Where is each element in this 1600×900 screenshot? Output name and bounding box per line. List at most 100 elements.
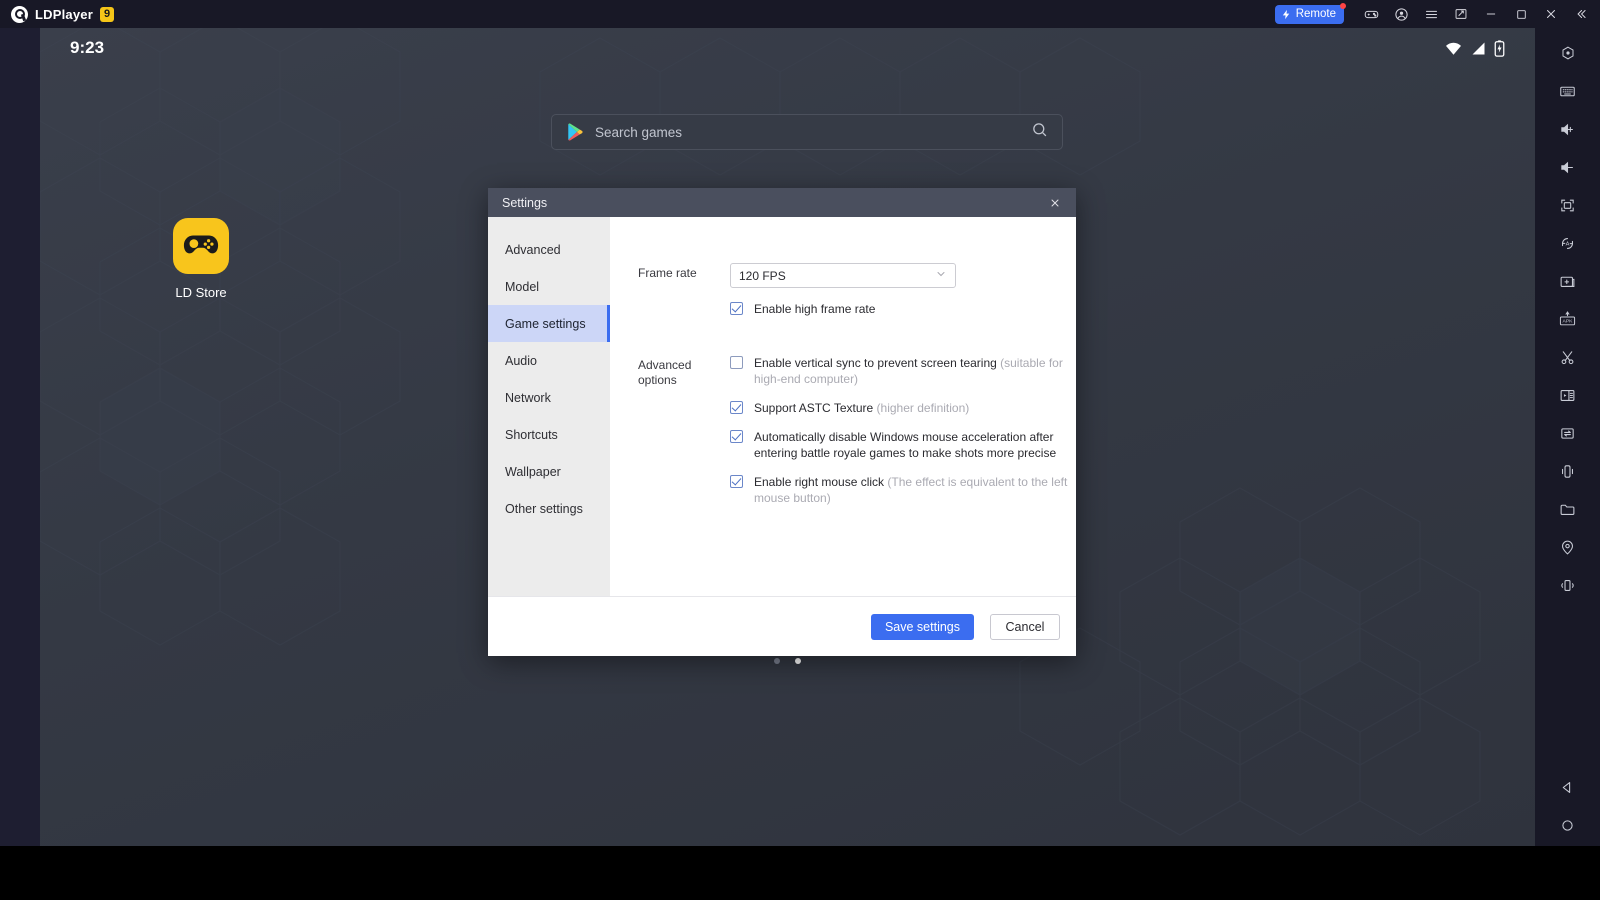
advanced-options-label: Advanced options	[638, 355, 730, 506]
advanced-options-row: Advanced options Enable vertical sync to…	[638, 355, 1076, 506]
save-settings-button[interactable]: Save settings	[871, 614, 974, 640]
wifi-icon	[1444, 41, 1463, 56]
vibrate-icon[interactable]	[1547, 566, 1589, 604]
status-icons	[1444, 40, 1505, 57]
nav-label: Shortcuts	[505, 428, 558, 442]
sidebar-item-shortcuts[interactable]: Shortcuts	[488, 416, 610, 453]
home-icon[interactable]	[1547, 806, 1589, 844]
account-circle-icon[interactable]	[1386, 0, 1416, 28]
vsync-text: Enable vertical sync to prevent screen t…	[754, 356, 997, 370]
gamepad-icon[interactable]	[1356, 0, 1386, 28]
settings-hexagon-icon[interactable]	[1547, 34, 1589, 72]
brand-name: LDPlayer	[35, 7, 93, 22]
frame-rate-select[interactable]: 120 FPS	[730, 263, 956, 288]
mouse-accel-row[interactable]: Automatically disable Windows mouse acce…	[730, 429, 1076, 461]
settings-panel-game-settings: Frame rate 120 FPS Enabl	[610, 217, 1076, 596]
frame-rate-label: Frame rate	[638, 263, 730, 317]
fullscreen-icon[interactable]	[1547, 186, 1589, 224]
cancel-button[interactable]: Cancel	[990, 614, 1060, 640]
right-click-checkbox[interactable]	[730, 475, 743, 488]
gamepad-glyph	[182, 231, 220, 261]
vsync-label: Enable vertical sync to prevent screen t…	[754, 355, 1074, 387]
left-strip	[0, 28, 40, 846]
brand: LDPlayer 9	[0, 6, 114, 23]
app-shortcut-ld-store[interactable]: LD Store	[146, 218, 256, 300]
status-clock: 9:23	[70, 38, 104, 58]
sidebar-item-other-settings[interactable]: Other settings	[488, 490, 610, 527]
gamepad-app-icon	[173, 218, 229, 274]
keyboard-icon[interactable]	[1547, 72, 1589, 110]
maximize-icon[interactable]	[1506, 0, 1536, 28]
astc-label: Support ASTC Texture (higher definition)	[754, 400, 969, 416]
vsync-checkbox[interactable]	[730, 356, 743, 369]
high-frame-rate-row[interactable]: Enable high frame rate	[730, 301, 1076, 317]
search-icon[interactable]	[1031, 121, 1048, 143]
nav-label: Advanced	[505, 243, 561, 257]
back-icon[interactable]	[1547, 768, 1589, 806]
remote-button[interactable]: Remote	[1275, 5, 1344, 24]
dialog-footer: Save settings Cancel	[488, 596, 1076, 656]
bottom-bar	[0, 846, 1600, 900]
nav-label: Game settings	[505, 317, 586, 331]
search-input[interactable]: Search games	[551, 114, 1063, 150]
sidebar-item-audio[interactable]: Audio	[488, 342, 610, 379]
nav-label: Network	[505, 391, 551, 405]
volume-down-icon[interactable]	[1547, 148, 1589, 186]
scissors-icon[interactable]	[1547, 338, 1589, 376]
titlebar-controls: Remote	[1275, 0, 1600, 28]
dialog-body: Advanced Model Game settings Audio Netwo…	[488, 217, 1076, 596]
folder-icon[interactable]	[1547, 490, 1589, 528]
bolt-icon	[1281, 9, 1292, 20]
nav-label: Audio	[505, 354, 537, 368]
nav-label: Other settings	[505, 502, 583, 516]
signal-icon	[1470, 41, 1487, 56]
astc-checkbox[interactable]	[730, 401, 743, 414]
multi-instance-icon[interactable]	[1547, 376, 1589, 414]
screenshot-icon[interactable]	[1547, 262, 1589, 300]
right-click-row[interactable]: Enable right mouse click (The effect is …	[730, 474, 1076, 506]
sidebar-item-game-settings[interactable]: Game settings	[488, 305, 610, 342]
synchronizer-icon[interactable]	[1547, 414, 1589, 452]
right-click-text: Enable right mouse click	[754, 475, 884, 489]
page-dot-1[interactable]	[774, 658, 780, 664]
advanced-options-label-line2: options	[638, 373, 730, 388]
frame-rate-row: Frame rate 120 FPS Enabl	[638, 263, 1076, 317]
sidebar-item-advanced[interactable]: Advanced	[488, 231, 610, 268]
sidebar-item-wallpaper[interactable]: Wallpaper	[488, 453, 610, 490]
astc-hint: (higher definition)	[877, 401, 970, 415]
mouse-accel-checkbox[interactable]	[730, 430, 743, 443]
astc-row[interactable]: Support ASTC Texture (higher definition)	[730, 400, 1076, 416]
collapse-chevrons-icon[interactable]	[1566, 0, 1596, 28]
remote-label: Remote	[1296, 8, 1336, 20]
nav-label: Model	[505, 280, 539, 294]
menu-icon[interactable]	[1416, 0, 1446, 28]
ldplayer-window: LDPlayer 9 Remote	[0, 0, 1600, 900]
high-frame-rate-label: Enable high frame rate	[754, 301, 875, 317]
sidebar-item-model[interactable]: Model	[488, 268, 610, 305]
page-dot-2[interactable]	[795, 658, 801, 664]
volume-up-icon[interactable]	[1547, 110, 1589, 148]
apk-install-icon[interactable]: APK	[1547, 300, 1589, 338]
google-play-icon	[566, 123, 583, 141]
advanced-options-label-line1: Advanced	[638, 358, 730, 373]
titlebar: LDPlayer 9 Remote	[0, 0, 1600, 28]
page-indicator	[40, 658, 1535, 664]
svg-text:APK: APK	[1563, 318, 1574, 324]
chevron-down-icon	[935, 268, 947, 283]
sidebar-item-network[interactable]: Network	[488, 379, 610, 416]
close-icon[interactable]	[1536, 0, 1566, 28]
close-icon[interactable]	[1044, 192, 1066, 214]
dialog-title: Settings	[502, 196, 547, 210]
high-frame-rate-checkbox[interactable]	[730, 302, 743, 315]
vsync-row[interactable]: Enable vertical sync to prevent screen t…	[730, 355, 1076, 387]
app-label: LD Store	[146, 285, 256, 300]
nav-label: Wallpaper	[505, 465, 561, 479]
astc-text: Support ASTC Texture	[754, 401, 873, 415]
settings-nav: Advanced Model Game settings Audio Netwo…	[488, 217, 610, 596]
minimize-icon[interactable]	[1476, 0, 1506, 28]
svg-text:A: A	[1566, 241, 1570, 247]
rotate-auto-icon[interactable]: A	[1547, 224, 1589, 262]
shake-icon[interactable]	[1547, 452, 1589, 490]
location-icon[interactable]	[1547, 528, 1589, 566]
restore-window-icon[interactable]	[1446, 0, 1476, 28]
